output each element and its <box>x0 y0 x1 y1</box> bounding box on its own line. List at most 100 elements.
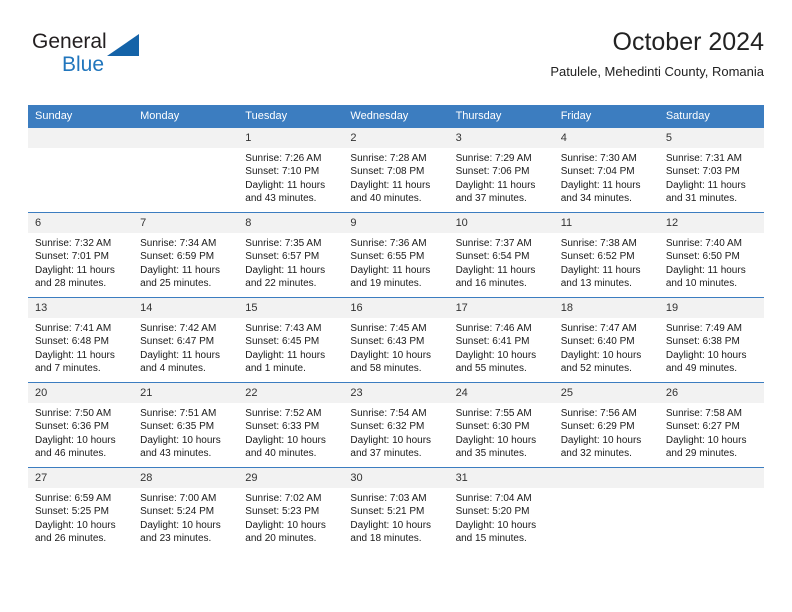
calendar-page: General Blue October 2024 Patulele, Mehe… <box>0 0 792 612</box>
daylight-duration-line2: and 43 minutes. <box>245 193 317 205</box>
sunset-time: Sunset: 6:36 PM <box>35 421 109 433</box>
day-box: 8 Sunrise: 7:35 AM Sunset: 6:57 PM Daylight… <box>238 213 344 297</box>
daylight-duration-line2: and 49 minutes. <box>665 363 738 375</box>
daylight-duration-line1: Daylight: 11 hours <box>350 264 431 276</box>
daylight-duration-line1: Daylight: 11 hours <box>140 349 220 361</box>
day-number: 30 <box>343 468 449 488</box>
sunrise-time: Sunrise: 7:42 AM <box>140 323 217 334</box>
daylight-duration-line1: Daylight: 10 hours <box>140 434 221 446</box>
calendar-day-cell[interactable]: 21 Sunrise: 7:51 AM Sunset: 6:35 PM Dayligh… <box>133 382 239 468</box>
daylight-duration-line2: and 37 minutes. <box>350 448 422 460</box>
daylight-duration-line2: and 40 minutes. <box>245 448 317 460</box>
calendar-day-cell[interactable]: 18 Sunrise: 7:47 AM Sunset: 6:40 PM Dayligh… <box>553 297 659 383</box>
daylight-duration-line2: and 26 minutes. <box>35 533 107 545</box>
calendar-day-cell[interactable]: 30 Sunrise: 7:03 AM Sunset: 5:21 PM Dayligh… <box>343 467 449 552</box>
daylight-duration-line1: Daylight: 10 hours <box>665 434 747 446</box>
calendar-day-cell-empty <box>28 127 134 213</box>
day-box: 29 Sunrise: 7:02 AM Sunset: 5:23 PM Dayligh… <box>238 468 344 552</box>
sunrise-time: Sunrise: 7:45 AM <box>350 323 427 334</box>
day-number: 31 <box>448 468 554 488</box>
day-sun-info: Sunrise: 7:37 AM Sunset: 6:54 PM Daylight:… <box>449 233 554 291</box>
calendar-day-cell[interactable]: 2 Sunrise: 7:28 AM Sunset: 7:08 PM Daylight… <box>343 127 449 213</box>
daylight-duration-line2: and 52 minutes. <box>560 363 632 375</box>
sunset-time: Sunset: 6:32 PM <box>350 421 425 433</box>
daylight-duration-line1: Daylight: 11 hours <box>665 264 746 276</box>
logo-triangle-icon <box>107 34 139 56</box>
calendar-day-cell[interactable]: 11 Sunrise: 7:38 AM Sunset: 6:52 PM Dayligh… <box>553 212 659 298</box>
calendar-day-cell[interactable]: 4 Sunrise: 7:30 AM Sunset: 7:04 PM Daylight… <box>553 127 659 213</box>
calendar-day-cell[interactable]: 28 Sunrise: 7:00 AM Sunset: 5:24 PM Dayligh… <box>133 467 239 552</box>
page-subtitle: Patulele, Mehedinti County, Romania <box>550 64 764 79</box>
calendar-day-cell[interactable]: 23 Sunrise: 7:54 AM Sunset: 6:32 PM Dayligh… <box>343 382 449 468</box>
calendar-day-cell[interactable]: 16 Sunrise: 7:45 AM Sunset: 6:43 PM Dayligh… <box>343 297 449 383</box>
daylight-duration-line2: and 58 minutes. <box>350 363 422 375</box>
calendar-week-row: 13 Sunrise: 7:41 AM Sunset: 6:48 PM Dayligh… <box>28 297 764 383</box>
calendar-day-cell[interactable]: 9 Sunrise: 7:36 AM Sunset: 6:55 PM Daylight… <box>343 212 449 298</box>
sunrise-time: Sunrise: 7:34 AM <box>140 238 217 249</box>
daylight-duration-line1: Daylight: 10 hours <box>245 434 326 446</box>
calendar-day-cell[interactable]: 8 Sunrise: 7:35 AM Sunset: 6:57 PM Daylight… <box>238 212 344 298</box>
sunrise-time: Sunrise: 7:30 AM <box>560 153 637 164</box>
daylight-duration-line2: and 35 minutes. <box>455 448 527 460</box>
sunset-time: Sunset: 7:06 PM <box>455 166 530 178</box>
daylight-duration-line1: Daylight: 11 hours <box>35 349 115 361</box>
day-number: 6 <box>28 213 134 233</box>
calendar-day-cell[interactable]: 27 Sunrise: 6:59 AM Sunset: 5:25 PM Dayligh… <box>28 467 134 552</box>
daylight-duration-line1: Daylight: 11 hours <box>560 264 641 276</box>
calendar-day-cell[interactable]: 31 Sunrise: 7:04 AM Sunset: 5:20 PM Dayligh… <box>448 467 554 552</box>
calendar-day-cell-empty <box>553 467 659 552</box>
daylight-duration-line2: and 13 minutes. <box>560 278 632 290</box>
day-box <box>133 128 239 212</box>
sunrise-time: Sunrise: 7:56 AM <box>560 408 637 419</box>
daylight-duration-line1: Daylight: 10 hours <box>245 519 326 531</box>
calendar-day-cell[interactable]: 20 Sunrise: 7:50 AM Sunset: 6:36 PM Dayligh… <box>28 382 134 468</box>
calendar-day-cell[interactable]: 12 Sunrise: 7:40 AM Sunset: 6:50 PM Dayligh… <box>658 212 764 298</box>
calendar-day-cell[interactable]: 10 Sunrise: 7:37 AM Sunset: 6:54 PM Dayligh… <box>448 212 554 298</box>
logo-text-blue: Blue <box>62 53 105 76</box>
sunrise-time: Sunrise: 7:50 AM <box>35 408 112 419</box>
sunrise-time: Sunrise: 7:46 AM <box>455 323 532 334</box>
general-blue-logo[interactable]: General Blue <box>32 30 212 88</box>
calendar-day-cell[interactable]: 22 Sunrise: 7:52 AM Sunset: 6:33 PM Dayligh… <box>238 382 344 468</box>
calendar-day-cell[interactable]: 14 Sunrise: 7:42 AM Sunset: 6:47 PM Dayligh… <box>133 297 239 383</box>
sunset-time: Sunset: 6:47 PM <box>140 336 215 348</box>
sunrise-time: Sunrise: 7:02 AM <box>245 493 322 504</box>
day-number: 18 <box>553 298 659 318</box>
sunset-time: Sunset: 6:41 PM <box>455 336 530 348</box>
calendar-day-cell[interactable]: 6 Sunrise: 7:32 AM Sunset: 7:01 PM Daylight… <box>28 212 134 298</box>
day-number: 7 <box>133 213 239 233</box>
sunset-time: Sunset: 6:48 PM <box>35 336 109 348</box>
daylight-duration-line2: and 4 minutes. <box>140 363 206 375</box>
sunrise-time: Sunrise: 7:35 AM <box>245 238 322 249</box>
day-number: 22 <box>238 383 344 403</box>
calendar-day-cell[interactable]: 7 Sunrise: 7:34 AM Sunset: 6:59 PM Daylight… <box>133 212 239 298</box>
calendar-day-cell[interactable]: 29 Sunrise: 7:02 AM Sunset: 5:23 PM Dayligh… <box>238 467 344 552</box>
calendar-day-cell[interactable]: 24 Sunrise: 7:55 AM Sunset: 6:30 PM Dayligh… <box>448 382 554 468</box>
weekday-header-tuesday: Tuesday <box>238 105 344 128</box>
calendar-day-cell[interactable]: 26 Sunrise: 7:58 AM Sunset: 6:27 PM Dayligh… <box>658 382 764 468</box>
calendar-day-cell[interactable]: 3 Sunrise: 7:29 AM Sunset: 7:06 PM Daylight… <box>448 127 554 213</box>
calendar-day-cell[interactable]: 19 Sunrise: 7:49 AM Sunset: 6:38 PM Dayligh… <box>658 297 764 383</box>
day-number: 25 <box>553 383 659 403</box>
calendar-header-row: Sunday Monday Tuesday Wednesday Thursday… <box>28 105 764 128</box>
daylight-duration-line1: Daylight: 11 hours <box>350 179 431 191</box>
daylight-duration-line2: and 37 minutes. <box>455 193 527 205</box>
weekday-header-monday: Monday <box>133 105 239 128</box>
calendar-day-cell[interactable]: 17 Sunrise: 7:46 AM Sunset: 6:41 PM Dayligh… <box>448 297 554 383</box>
calendar-day-cell[interactable]: 5 Sunrise: 7:31 AM Sunset: 7:03 PM Daylight… <box>658 127 764 213</box>
sunrise-time: Sunrise: 7:41 AM <box>35 323 112 334</box>
calendar-day-cell[interactable]: 1 Sunrise: 7:26 AM Sunset: 7:10 PM Daylight… <box>238 127 344 213</box>
day-sun-info: Sunrise: 7:41 AM Sunset: 6:48 PM Daylight:… <box>28 318 133 376</box>
day-sun-info: Sunrise: 7:45 AM Sunset: 6:43 PM Daylight:… <box>343 318 448 376</box>
sunset-time: Sunset: 6:35 PM <box>140 421 215 433</box>
day-sun-info: Sunrise: 7:36 AM Sunset: 6:55 PM Daylight:… <box>343 233 448 291</box>
calendar-day-cell[interactable]: 25 Sunrise: 7:56 AM Sunset: 6:29 PM Dayligh… <box>553 382 659 468</box>
daylight-duration-line2: and 16 minutes. <box>455 278 527 290</box>
sunset-time: Sunset: 6:55 PM <box>350 251 425 263</box>
calendar-day-cell[interactable]: 13 Sunrise: 7:41 AM Sunset: 6:48 PM Dayligh… <box>28 297 134 383</box>
daylight-duration-line1: Daylight: 10 hours <box>140 519 221 531</box>
sunrise-time: Sunrise: 6:59 AM <box>35 493 112 504</box>
sunrise-time: Sunrise: 7:43 AM <box>245 323 322 334</box>
calendar-day-cell[interactable]: 15 Sunrise: 7:43 AM Sunset: 6:45 PM Dayligh… <box>238 297 344 383</box>
sunset-time: Sunset: 6:27 PM <box>665 421 740 433</box>
